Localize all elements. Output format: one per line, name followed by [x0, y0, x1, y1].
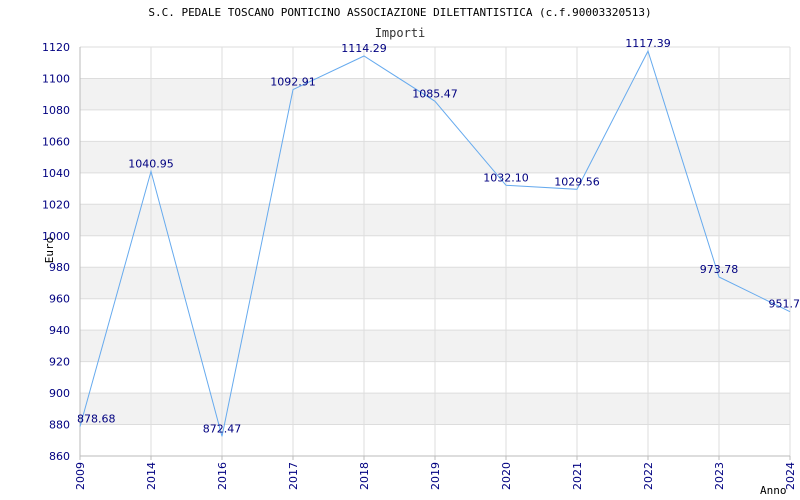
- x-tick-label: 2014: [145, 462, 158, 490]
- data-label: 1092.91: [270, 76, 316, 89]
- y-tick-label: 920: [49, 356, 70, 369]
- y-tick-label: 1040: [42, 167, 70, 180]
- x-tick-label: 2009: [74, 462, 87, 490]
- x-axis-ticks: 2009 2014 2016 2017 2018 2019 2020 2021 2022 2023…: [74, 462, 797, 490]
- x-tick-label: 2022: [642, 462, 655, 490]
- y-tick-label: 1100: [42, 72, 70, 85]
- y-tick-label: 1020: [42, 198, 70, 211]
- data-label: 1032.10: [483, 171, 529, 184]
- x-tick-label: 2021: [571, 462, 584, 490]
- chart: S.C. PEDALE TOSCANO PONTICINO ASSOCIAZIO…: [42, 6, 800, 497]
- data-label: 1114.29: [341, 42, 387, 55]
- data-label: 878.68: [77, 413, 116, 426]
- x-tick-label: 2023: [713, 462, 726, 490]
- x-tick-label: 2016: [216, 462, 229, 490]
- y-tick-label: 940: [49, 324, 70, 337]
- x-tick-label: 2019: [429, 462, 442, 490]
- y-axis-title: Euro: [43, 237, 56, 264]
- data-label: 872.47: [203, 422, 242, 435]
- data-label: 1040.95: [128, 157, 174, 170]
- y-tick-label: 900: [49, 387, 70, 400]
- chart-title: S.C. PEDALE TOSCANO PONTICINO ASSOCIAZIO…: [148, 6, 651, 19]
- data-label: 951.7: [769, 298, 800, 311]
- y-tick-label: 960: [49, 293, 70, 306]
- y-tick-label: 1120: [42, 41, 70, 54]
- y-tick-label: 1080: [42, 104, 70, 117]
- x-tick-label: 2018: [358, 462, 371, 490]
- data-label: 1085.47: [412, 87, 458, 100]
- data-label: 973.78: [700, 263, 739, 276]
- data-label: 1029.56: [554, 175, 600, 188]
- y-tick-label: 1060: [42, 135, 70, 148]
- chart-subtitle: Importi: [375, 26, 426, 40]
- x-tick-label: 2020: [500, 462, 513, 490]
- data-label: 1117.39: [625, 37, 671, 50]
- x-tick-label: 2017: [287, 462, 300, 490]
- y-tick-label: 860: [49, 450, 70, 463]
- x-axis-title: Anno: [760, 484, 787, 497]
- y-tick-label: 880: [49, 419, 70, 432]
